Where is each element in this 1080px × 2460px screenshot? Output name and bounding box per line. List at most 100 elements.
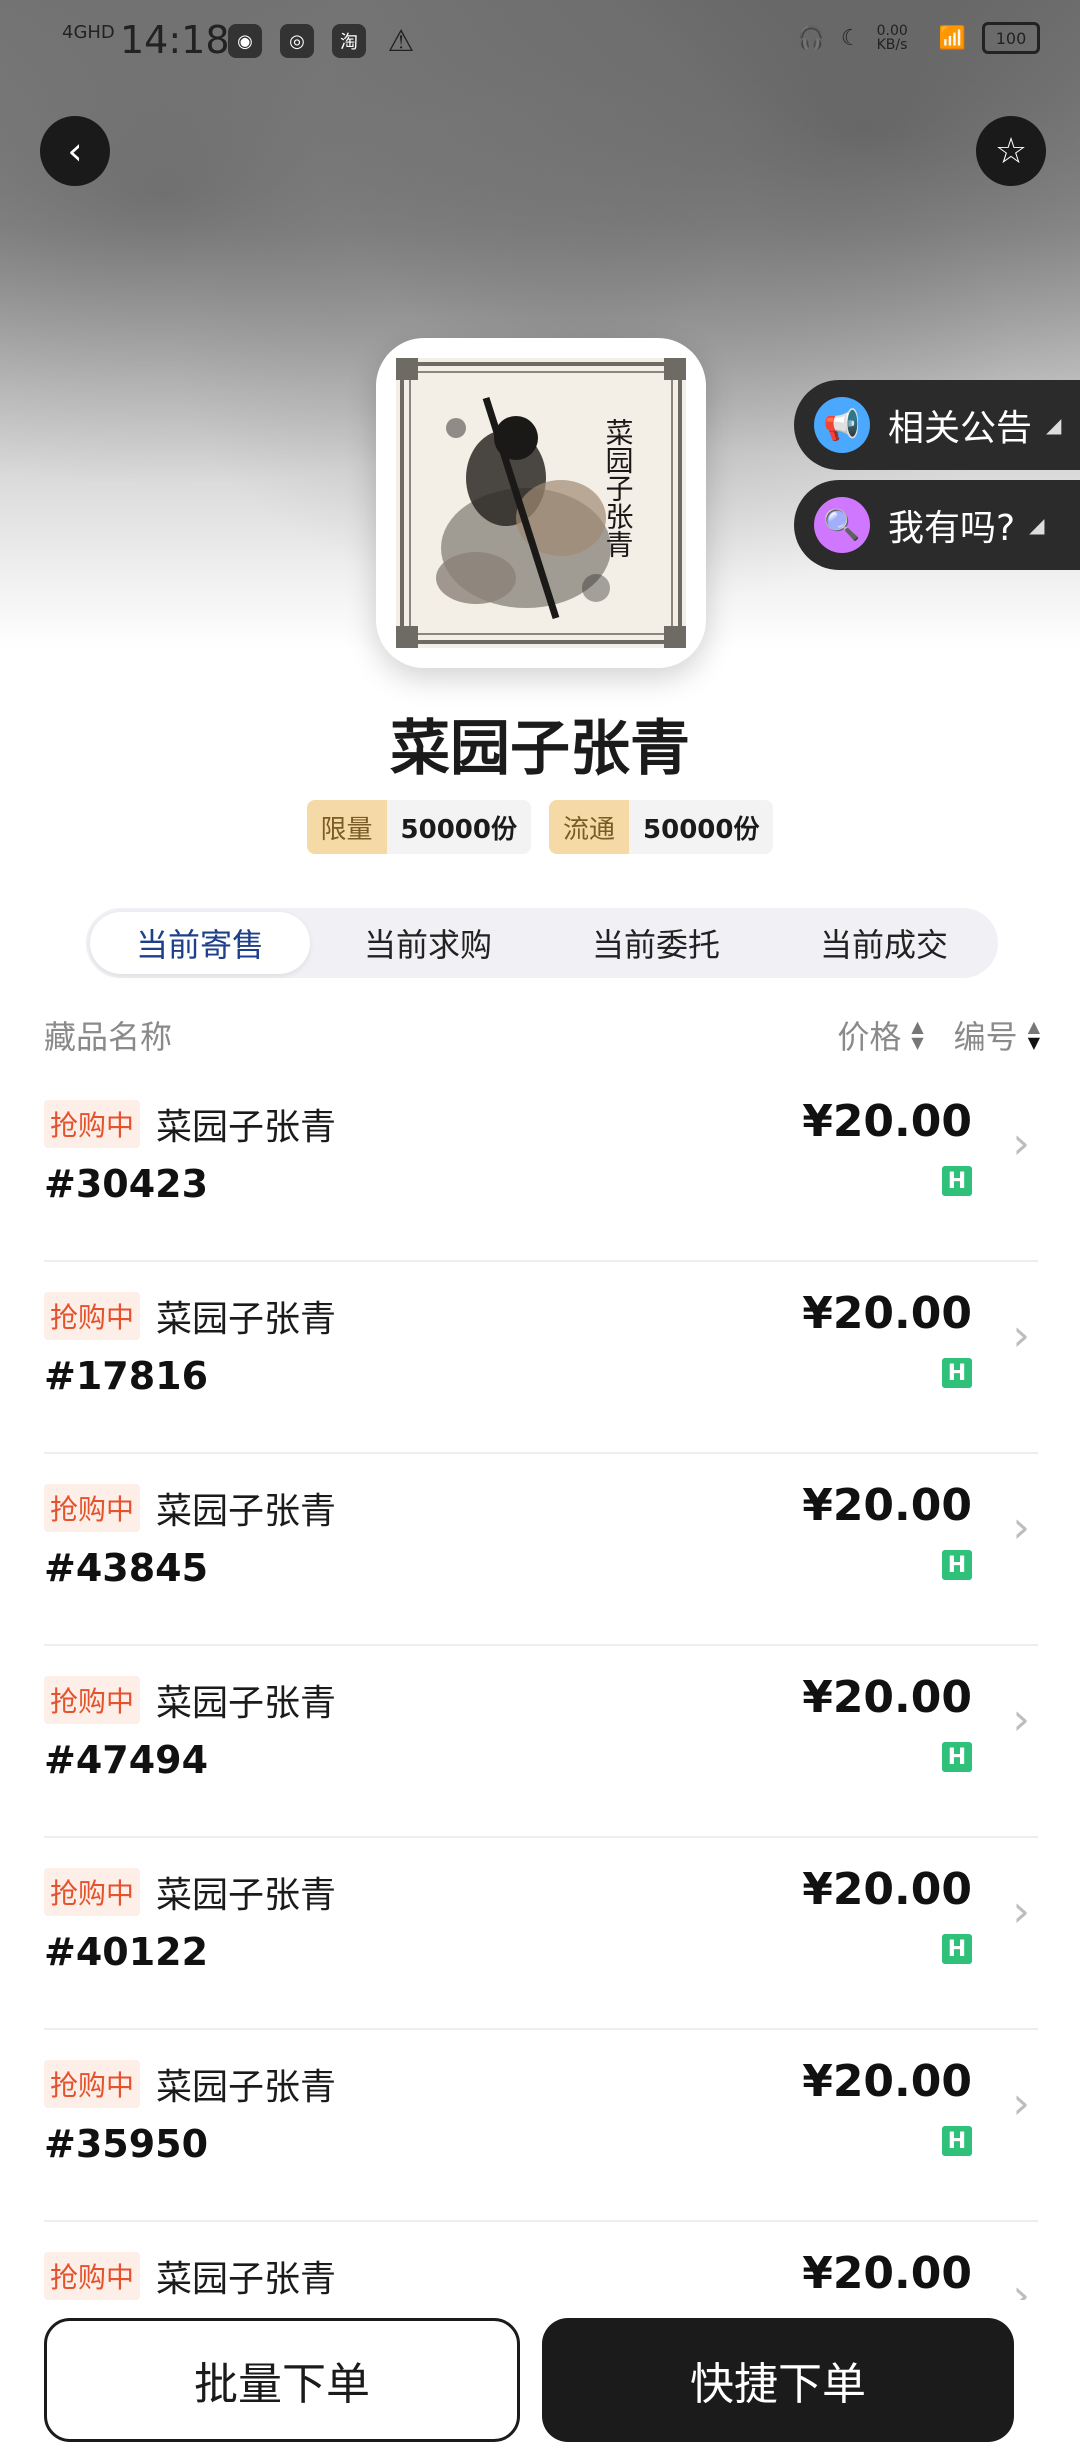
app-notification-icon: ◉ [228, 24, 262, 58]
megaphone-icon: 📢 [814, 397, 870, 453]
item-name: 菜园子张青 [156, 1875, 337, 1916]
collection-title: 菜园子张青 [390, 714, 690, 784]
moon-icon: ☾ [840, 25, 861, 51]
network-indicator: 4GHD [62, 22, 115, 43]
back-button[interactable]: ‹ [40, 116, 110, 186]
list-header: 藏品名称 价格 ▲ ▼ 编号 ▲ ▼ [44, 1010, 1040, 1060]
app-notification-icon: ◎ [280, 24, 314, 58]
bottom-action-bar: 批量下单 快捷下单 [0, 2300, 1080, 2460]
tab-current-purchase-requests[interactable]: 当前求购 [318, 912, 538, 974]
stat-label: 流通 [549, 800, 630, 854]
chevron-icon: ◢ [1029, 513, 1045, 537]
serial-sort-label: 编号 [953, 1018, 1018, 1056]
item-serial: #47494 [44, 1738, 209, 1782]
clock: 14:18 [120, 18, 230, 62]
item-name: 菜园子张青 [156, 1683, 337, 1724]
chain-badge: H [942, 2126, 972, 2156]
item-price: ¥20.00 [802, 1480, 972, 1531]
sort-by-price-button[interactable]: 价格 ▲ ▼ [837, 1012, 923, 1058]
item-price: ¥20.00 [802, 2248, 972, 2299]
list-item[interactable]: 抢购中 菜园子张青 #43845 ¥20.00 H › [44, 1454, 1038, 1646]
item-serial: #35950 [44, 2122, 209, 2166]
item-price: ¥20.00 [802, 1864, 972, 1915]
collection-cover-image: 菜园子张青 [376, 338, 706, 668]
do-i-have-label: 我有吗? [888, 508, 1016, 549]
list-item[interactable]: 抢购中 菜园子张青 #40122 ¥20.00 H › [44, 1838, 1038, 2030]
stat-value: 50000份 [386, 800, 531, 854]
price-sort-label: 价格 [837, 1018, 902, 1056]
item-price: ¥20.00 [802, 1288, 972, 1339]
chevron-right-icon: › [1012, 1310, 1030, 1361]
status-badge: 抢购中 [44, 2060, 141, 2108]
quick-order-button[interactable]: 快捷下单 [542, 2318, 1014, 2442]
status-badge: 抢购中 [44, 2252, 141, 2300]
item-name: 菜园子张青 [156, 1491, 337, 1532]
sort-by-serial-button[interactable]: 编号 ▲ ▼ [954, 1012, 1040, 1058]
chain-badge: H [942, 1166, 972, 1196]
item-price: ¥20.00 [802, 1096, 972, 1147]
item-name: 菜园子张青 [156, 1299, 337, 1340]
do-i-have-button[interactable]: 🔍 我有吗? ◢ [794, 480, 1080, 570]
status-badge: 抢购中 [44, 1868, 141, 1916]
column-name-header: 藏品名称 [44, 1018, 173, 1056]
stat-value: 50000份 [629, 800, 774, 854]
item-serial: #40122 [44, 1930, 209, 1974]
list-item[interactable]: 抢购中 菜园子张青 #35950 ¥20.00 H › [44, 2030, 1038, 2222]
battery-icon: 100 [982, 22, 1040, 54]
item-serial: #30423 [44, 1162, 209, 1206]
tab-current-commissions[interactable]: 当前委托 [546, 912, 766, 974]
chain-badge: H [942, 1742, 972, 1772]
collection-stats: 限量 50000份 流通 50000份 [0, 800, 1080, 854]
list-item[interactable]: 抢购中 菜园子张青 #17816 ¥20.00 H › [44, 1262, 1038, 1454]
wifi-icon: 📶 [938, 25, 966, 51]
status-badge: 抢购中 [44, 1676, 141, 1724]
magnifier-icon: 🔍 [814, 497, 870, 553]
status-right: 🎧 ☾ 0.00 KB/s 📶 100 [797, 22, 1040, 54]
item-name: 菜园子张青 [156, 2259, 337, 2300]
item-name: 菜园子张青 [156, 1107, 337, 1148]
chain-badge: H [942, 1934, 972, 1964]
chevron-right-icon: › [1012, 1886, 1030, 1937]
status-badge: 抢购中 [44, 1100, 141, 1148]
chain-badge: H [942, 1550, 972, 1580]
status-bar: 4GHD 14:18 ◉ ◎ 淘 ⚠ 🎧 ☾ 0.00 KB/s 📶 100 [0, 0, 1080, 80]
item-price: ¥20.00 [802, 2056, 972, 2107]
headphones-icon: 🎧 [797, 25, 825, 51]
tab-current-consignment[interactable]: 当前寄售 [90, 912, 310, 974]
ink-painting-artwork: 菜园子张青 [396, 358, 686, 648]
taobao-icon: 淘 [332, 24, 366, 58]
speed-indicator: 0.00 KB/s [876, 23, 908, 53]
status-badge: 抢购中 [44, 1484, 141, 1532]
svg-text:菜园子张青: 菜园子张青 [602, 418, 635, 558]
chevron-right-icon: › [1012, 2078, 1030, 2129]
consignment-list: 抢购中 菜园子张青 #30423 ¥20.00 H › 抢购中 菜园子张青 #1… [44, 1070, 1038, 2414]
item-serial: #17816 [44, 1354, 209, 1398]
stat-limited: 限量 50000份 [306, 800, 531, 854]
batch-order-button[interactable]: 批量下单 [44, 2318, 520, 2442]
chevron-left-icon: ‹ [67, 129, 83, 173]
item-name: 菜园子张青 [156, 2067, 337, 2108]
warning-icon: ⚠ [387, 23, 415, 59]
sort-arrows-icon: ▲ ▼ [1027, 1017, 1040, 1052]
chevron-right-icon: › [1012, 1502, 1030, 1553]
battery-level: 100 [995, 28, 1027, 48]
chevron-right-icon: › [1012, 1694, 1030, 1745]
chevron-right-icon: › [1012, 1118, 1030, 1169]
list-item[interactable]: 抢购中 菜园子张青 #30423 ¥20.00 H › [44, 1070, 1038, 1262]
stat-circulating: 流通 50000份 [549, 800, 774, 854]
related-notice-button[interactable]: 📢 相关公告 ◢ [794, 380, 1080, 470]
notification-icons: ◉ ◎ 淘 ⚠ [228, 23, 418, 59]
status-badge: 抢购中 [44, 1292, 141, 1340]
stat-label: 限量 [306, 800, 387, 854]
star-outline-icon: ☆ [994, 130, 1028, 172]
list-item[interactable]: 抢购中 菜园子张青 #47494 ¥20.00 H › [44, 1646, 1038, 1838]
chain-badge: H [942, 1358, 972, 1388]
sort-arrows-icon: ▲ ▼ [911, 1017, 924, 1052]
related-notice-label: 相关公告 [888, 408, 1033, 449]
chevron-icon: ◢ [1046, 413, 1062, 437]
item-price: ¥20.00 [802, 1672, 972, 1723]
favorite-button[interactable]: ☆ [976, 116, 1046, 186]
market-tabs: 当前寄售 当前求购 当前委托 当前成交 [86, 908, 998, 978]
item-serial: #43845 [44, 1546, 209, 1590]
tab-current-deals[interactable]: 当前成交 [774, 912, 994, 974]
